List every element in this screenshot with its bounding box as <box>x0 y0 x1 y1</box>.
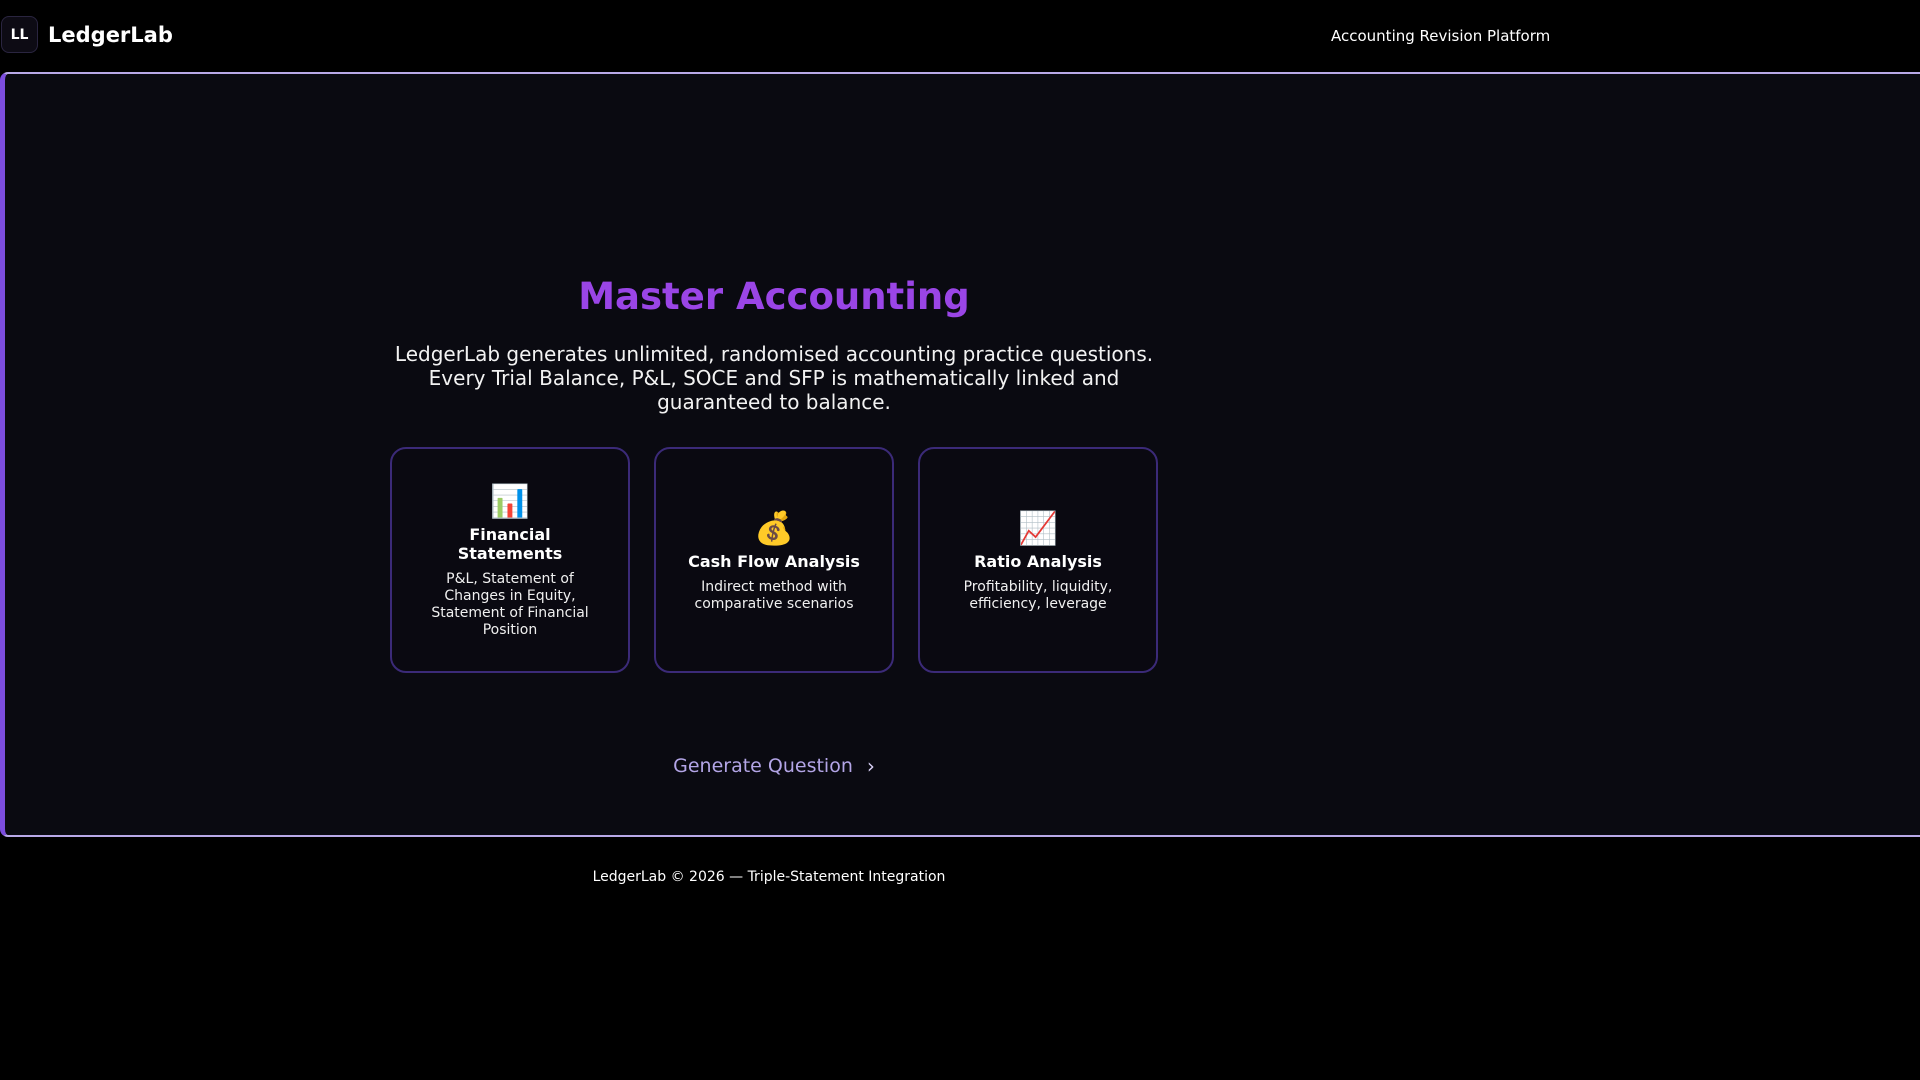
feature-card-title: Ratio Analysis <box>974 551 1102 571</box>
main-panel: Master Accounting LedgerLab generates un… <box>0 72 1920 837</box>
feature-card-text: P&L, Statement of Changes in Equity, Sta… <box>431 571 589 638</box>
top-header: LL LedgerLab Accounting Revision Platfor… <box>0 0 1920 72</box>
feature-card-text: Indirect method with comparative scenari… <box>694 578 854 612</box>
hero-title: Master Accounting <box>578 275 970 318</box>
generate-question-button[interactable]: Generate Question › <box>5 754 1543 778</box>
trend-up-chart-icon: 📈 <box>1018 508 1058 547</box>
chevron-right-icon: › <box>866 754 875 778</box>
feature-card-title: Cash Flow Analysis <box>688 551 860 571</box>
hero-description: LedgerLab generates unlimited, randomise… <box>394 342 1154 414</box>
footer-text: LedgerLab © 2026 — Triple-Statement Inte… <box>592 869 946 885</box>
platform-tagline: Accounting Revision Platform <box>1331 27 1551 45</box>
feature-card-financial-statements: 📊 Financial Statements P&L, Statement of… <box>390 447 630 673</box>
feature-card-ratio-analysis: 📈 Ratio Analysis Profitability, liquidit… <box>918 447 1158 673</box>
bar-chart-icon: 📊 <box>490 482 530 520</box>
feature-card-title: Financial Statements <box>457 525 563 563</box>
generate-question-label: Generate Question <box>673 755 853 777</box>
money-bag-icon: 💰 <box>754 508 794 547</box>
logo-badge[interactable]: LL <box>1 16 38 53</box>
brand-name[interactable]: LedgerLab <box>48 22 173 48</box>
feature-card-text: Profitability, liquidity, efficiency, le… <box>963 578 1113 612</box>
feature-card-cash-flow: 💰 Cash Flow Analysis Indirect method wit… <box>654 447 894 673</box>
